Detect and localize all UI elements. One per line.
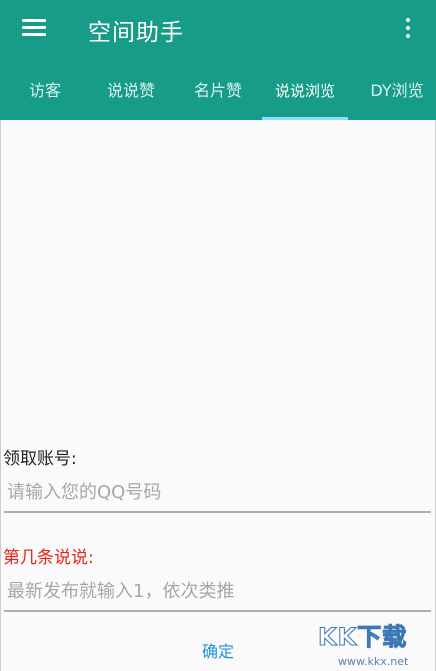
post-index-label: 第几条说说:: [3, 548, 94, 568]
tab-bar: 访客 说说赞 名片赞 说说浏览 DY浏览: [0, 62, 436, 120]
watermark-logo: KK下载 www.kkx.net: [317, 617, 426, 669]
app-title: 空间助手: [88, 20, 184, 46]
post-index-input[interactable]: [4, 572, 431, 612]
tab-visitors[interactable]: 访客: [10, 62, 80, 120]
hamburger-menu-icon[interactable]: [22, 17, 48, 39]
watermark-logo-text: KK下载: [317, 623, 408, 652]
more-vert-icon[interactable]: [400, 15, 416, 41]
watermark-url: www.kkx.net: [338, 655, 409, 668]
qq-account-input[interactable]: [4, 473, 431, 513]
tab-post-views[interactable]: 说说浏览: [262, 62, 348, 120]
account-label: 领取账号:: [3, 449, 77, 469]
tab-card-likes[interactable]: 名片赞: [182, 62, 254, 120]
app-bar: 空间助手 访客 说说赞 名片赞 说说浏览 DY浏览: [0, 0, 436, 120]
tab-dy-views[interactable]: DY浏览: [358, 62, 436, 120]
toolbar: 空间助手: [0, 0, 436, 58]
tab-post-likes[interactable]: 说说赞: [95, 62, 167, 120]
